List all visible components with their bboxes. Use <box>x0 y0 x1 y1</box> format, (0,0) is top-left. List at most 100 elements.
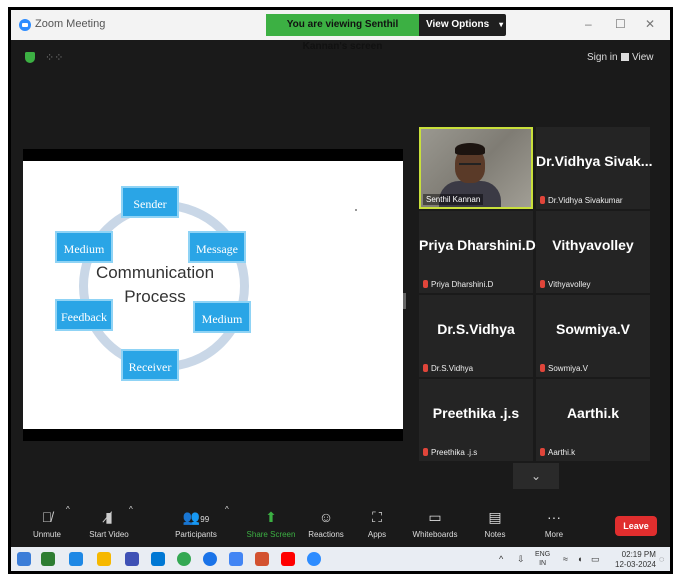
share-screen-button[interactable]: ⬆ Share Screen <box>243 505 299 539</box>
reactions-button[interactable]: ☺ Reactions <box>303 505 349 539</box>
video-person-glasses <box>459 163 481 170</box>
unmute-button[interactable]: 🎙̸ Unmute <box>27 505 67 539</box>
mic-muted-icon <box>423 280 428 288</box>
more-icon: ··· <box>547 509 561 525</box>
video-person-hair <box>455 143 485 155</box>
participant-display-name: Priya Dharshini.D <box>419 237 536 253</box>
shield-icon[interactable] <box>25 52 35 63</box>
grid-icon[interactable]: ⁘⁘ <box>45 51 63 64</box>
mic-muted-icon <box>423 448 428 456</box>
leave-button[interactable]: Leave <box>615 516 657 536</box>
usb-icon[interactable]: ⇩ <box>517 554 525 565</box>
node-sender: Sender <box>121 186 179 218</box>
participant-label-text: Priya Dharshini.D <box>431 280 494 289</box>
sign-in-button[interactable]: Sign in <box>587 52 618 63</box>
minimize-button[interactable]: – <box>585 17 592 31</box>
close-button[interactable]: ✕ <box>645 17 655 31</box>
share-screen-label: Share Screen <box>246 530 296 539</box>
participants-icon-wrap: 👥99 <box>171 505 221 529</box>
mic-muted-icon <box>540 280 545 288</box>
participant-display-name: Aarthi.k <box>566 405 620 421</box>
participant-label-text: Vithyavolley <box>548 280 591 289</box>
taskbar-app-icon[interactable] <box>255 552 269 566</box>
participants-options-caret[interactable]: ^ <box>225 505 229 514</box>
apps-button[interactable]: ⛶ Apps <box>359 505 395 539</box>
unmute-label: Unmute <box>32 530 61 539</box>
participants-label: Participants <box>175 530 217 539</box>
apps-label: Apps <box>367 530 387 539</box>
participant-label-text: Dr.S.Vidhya <box>431 364 474 373</box>
zoom-taskbar-icon[interactable] <box>307 552 321 566</box>
participants-button[interactable]: 👥99 Participants <box>171 505 221 539</box>
mic-muted-icon: 🎙̸ <box>41 509 53 525</box>
clock-date: 12-03-2024 <box>615 560 656 569</box>
language-indicator[interactable]: ENG IN <box>535 550 550 568</box>
cursor-dot <box>355 209 357 211</box>
folder-icon[interactable] <box>97 552 111 566</box>
chrome-icon[interactable] <box>177 552 191 566</box>
language-code: ENG <box>535 551 551 558</box>
reactions-icon: ☺ <box>318 509 334 525</box>
taskbar-app-icon[interactable] <box>229 552 243 566</box>
participant-tile[interactable]: Dr.Vidhya Sivak... Dr.Vidhya Sivakumar <box>536 127 653 209</box>
participant-label: Vithyavolley <box>540 280 591 289</box>
participant-label: Sowmiya.V <box>540 364 588 373</box>
mic-muted-icon <box>540 448 545 456</box>
participant-label-text: Preethika .j.s <box>431 448 478 457</box>
share-banner-text: You are viewing Senthil Kannan's screen <box>266 14 419 52</box>
maximize-button[interactable]: ☐ <box>615 17 626 31</box>
participant-label: Aarthi.k <box>540 448 575 457</box>
start-icon[interactable] <box>17 552 31 566</box>
more-button[interactable]: ··· More <box>537 505 571 539</box>
participant-tile[interactable]: Dr.S.Vidhya Dr.S.Vidhya <box>419 295 533 377</box>
participant-tile[interactable]: Aarthi.k Aarthi.k <box>536 379 650 461</box>
tray-chevron-icon[interactable]: ^ <box>499 554 503 564</box>
share-banner: You are viewing Senthil Kannan's screen … <box>266 14 506 52</box>
participants-count: 99 <box>200 515 210 524</box>
node-message: Message <box>188 231 246 263</box>
start-video-label: Start Video <box>89 530 129 539</box>
view-options-button[interactable]: View Options ▾ <box>426 14 503 36</box>
slide: Communication Process Sender Message Med… <box>23 161 403 429</box>
battery-icon[interactable]: ▭ <box>591 554 600 565</box>
notification-icon[interactable]: ◌ <box>659 554 664 564</box>
participant-label-text: Sowmiya.V <box>548 364 589 373</box>
edge-icon[interactable] <box>203 552 217 566</box>
youtube-icon[interactable] <box>281 552 295 566</box>
participant-tile[interactable]: Priya Dharshini.D Priya Dharshini.D <box>419 211 536 293</box>
whiteboards-label: Whiteboards <box>412 530 458 539</box>
splitter-handle[interactable] <box>403 293 406 309</box>
taskbar-app-icon[interactable] <box>41 552 55 566</box>
mic-muted-icon <box>423 364 428 372</box>
share-screen-icon: ⬆ <box>265 509 277 525</box>
participant-tile[interactable]: Sowmiya.V Sowmiya.V <box>536 295 650 377</box>
unmute-options-caret[interactable]: ^ <box>66 505 70 514</box>
participant-display-name: Dr.Vidhya Sivak... <box>536 153 653 169</box>
view-button[interactable]: View <box>621 52 654 63</box>
participant-tile[interactable]: Preethika .j.s Preethika .j.s <box>419 379 533 461</box>
wifi-icon[interactable]: ≈ <box>563 554 568 564</box>
participant-display-name: Vithyavolley <box>552 237 634 253</box>
video-options-caret[interactable]: ^ <box>129 505 133 514</box>
zoom-logo-icon <box>19 19 31 31</box>
shared-screen: Communication Process Sender Message Med… <box>23 149 403 441</box>
taskbar-app-icon[interactable] <box>125 552 139 566</box>
volume-icon[interactable]: ◖ <box>577 554 582 564</box>
whiteboards-button[interactable]: ▭ Whiteboards <box>407 505 463 539</box>
speaker-name-label: Senthil Kannan <box>423 194 484 205</box>
notes-label: Notes <box>484 530 506 539</box>
node-receiver: Receiver <box>121 349 179 381</box>
participant-label-text: Dr.Vidhya Sivakumar <box>548 196 623 205</box>
participant-tile[interactable]: Vithyavolley Vithyavolley <box>536 211 650 293</box>
windows-taskbar: ^ ⇩ ENG IN ≈ ◖ ▭ 02:19 PM 12-03-2024 ◌ <box>11 547 670 571</box>
gallery-next-page-button[interactable]: ⌄ <box>513 463 559 489</box>
notes-button[interactable]: ▤ Notes <box>475 505 515 539</box>
clock-time: 02:19 PM <box>621 550 656 559</box>
participant-label: Dr.S.Vidhya <box>423 364 473 373</box>
video-tile-speaker[interactable]: Senthil Kannan <box>419 127 533 209</box>
participants-icon: 👥 <box>182 509 201 525</box>
screenshot-frame: Zoom Meeting You are viewing Senthil Kan… <box>8 7 673 574</box>
clock[interactable]: 02:19 PM 12-03-2024 <box>615 550 656 570</box>
taskbar-app-icon[interactable] <box>69 552 83 566</box>
taskbar-app-icon[interactable] <box>151 552 165 566</box>
